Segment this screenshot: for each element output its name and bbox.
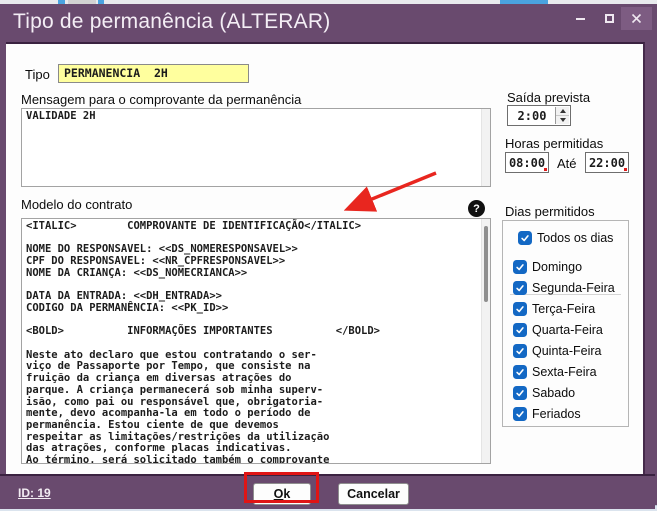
- mensagem-text: VALIDADE 2H: [26, 111, 478, 123]
- hora-fim-value: 22:00: [589, 156, 625, 170]
- checkbox-label: Segunda-Feira: [532, 281, 615, 295]
- tipo-label: Tipo: [25, 67, 50, 82]
- checkbox-feriados[interactable]: Feriados: [513, 407, 581, 421]
- help-icon[interactable]: ?: [468, 200, 485, 217]
- maximize-button[interactable]: [595, 7, 624, 30]
- checkbox-quinta-feira[interactable]: Quinta-Feira: [513, 344, 601, 358]
- spinner-buttons: [555, 107, 569, 124]
- checkbox-domingo[interactable]: Domingo: [513, 260, 582, 274]
- ate-label: Até: [557, 156, 577, 171]
- saida-prevista-spinner[interactable]: 2:00: [507, 105, 571, 126]
- mensagem-label: Mensagem para o comprovante da permanênc…: [21, 92, 301, 107]
- checkbox-label: Quarta-Feira: [532, 323, 603, 337]
- checkbox-checked-icon: [513, 281, 527, 295]
- close-button[interactable]: [621, 7, 652, 30]
- checkbox-label: Terça-Feira: [532, 302, 595, 316]
- title-bar: Tipo de permanência (ALTERAR): [0, 4, 657, 42]
- dias-permitidos-panel: Todos os dias Domingo Segunda-Feira Terç…: [502, 220, 629, 427]
- checkbox-checked-icon: [513, 260, 527, 274]
- footer-bar: ID: 19 Ok Cancelar: [0, 474, 655, 509]
- checkbox-checked-icon: [513, 386, 527, 400]
- screen: Tipo de permanência (ALTERAR) Tipo PERMA…: [0, 0, 657, 511]
- modelo-contrato-label: Modelo do contrato: [21, 197, 132, 212]
- checkbox-segunda-feira[interactable]: Segunda-Feira: [513, 281, 615, 295]
- minimize-button[interactable]: [566, 7, 595, 30]
- minimize-icon: [576, 18, 585, 20]
- required-marker: [624, 168, 627, 171]
- checkbox-label: Sabado: [532, 386, 575, 400]
- mensagem-scrollbar[interactable]: [481, 109, 490, 186]
- checkbox-label: Feriados: [532, 407, 581, 421]
- checkbox-sexta-feira[interactable]: Sexta-Feira: [513, 365, 597, 379]
- record-id-link[interactable]: ID: 19: [18, 486, 51, 500]
- dialog-content: Tipo PERMANENCIA 2H Mensagem para o comp…: [6, 42, 645, 474]
- checkbox-label: Quinta-Feira: [532, 344, 601, 358]
- contrato-scrollbar-thumb[interactable]: [484, 226, 488, 302]
- ok-button-mnemonic: O: [274, 487, 284, 501]
- cancel-button[interactable]: Cancelar: [338, 483, 409, 505]
- maximize-icon: [605, 14, 614, 23]
- checkbox-checked-icon: [518, 231, 532, 245]
- required-marker: [544, 168, 547, 171]
- dias-permitidos-label: Dias permitidos: [505, 204, 595, 219]
- contrato-textarea[interactable]: <ITALIC> COMPROVANTE DE IDENTIFICAÇÃO</I…: [21, 218, 491, 464]
- checkbox-checked-icon: [513, 323, 527, 337]
- close-icon: [631, 13, 642, 24]
- spin-up-icon: [560, 109, 566, 113]
- checkbox-terca-feira[interactable]: Terça-Feira: [513, 302, 595, 316]
- checkbox-checked-icon: [513, 344, 527, 358]
- saida-prevista-label: Saída prevista: [507, 90, 590, 105]
- checkbox-label: Sexta-Feira: [532, 365, 597, 379]
- contrato-scrollbar[interactable]: [481, 219, 490, 463]
- window-title: Tipo de permanência (ALTERAR): [13, 10, 330, 34]
- spin-down-icon: [560, 118, 566, 122]
- checkbox-sabado[interactable]: Sabado: [513, 386, 575, 400]
- checkbox-checked-icon: [513, 365, 527, 379]
- horas-permitidas-label: Horas permitidas: [505, 136, 603, 151]
- checkbox-label: Todos os dias: [537, 231, 613, 245]
- checkbox-checked-icon: [513, 407, 527, 421]
- hora-inicio-input[interactable]: 08:00: [505, 152, 549, 173]
- checkbox-label: Domingo: [532, 260, 582, 274]
- spin-up-button[interactable]: [556, 107, 569, 116]
- dialog-tipo-permanencia: Tipo de permanência (ALTERAR) Tipo PERMA…: [0, 4, 657, 505]
- checkbox-checked-icon: [513, 302, 527, 316]
- checkbox-todos-os-dias[interactable]: Todos os dias: [518, 231, 613, 245]
- tipo-input[interactable]: PERMANENCIA 2H: [58, 64, 249, 83]
- spin-down-button[interactable]: [556, 116, 569, 125]
- mensagem-textarea[interactable]: VALIDADE 2H: [21, 108, 491, 187]
- checkbox-quarta-feira[interactable]: Quarta-Feira: [513, 323, 603, 337]
- hora-fim-input[interactable]: 22:00: [585, 152, 629, 173]
- ok-button-label: k: [283, 487, 290, 501]
- ok-button[interactable]: Ok: [253, 483, 311, 505]
- hora-inicio-value: 08:00: [509, 156, 545, 170]
- contrato-text: <ITALIC> COMPROVANTE DE IDENTIFICAÇÃO</I…: [26, 221, 478, 464]
